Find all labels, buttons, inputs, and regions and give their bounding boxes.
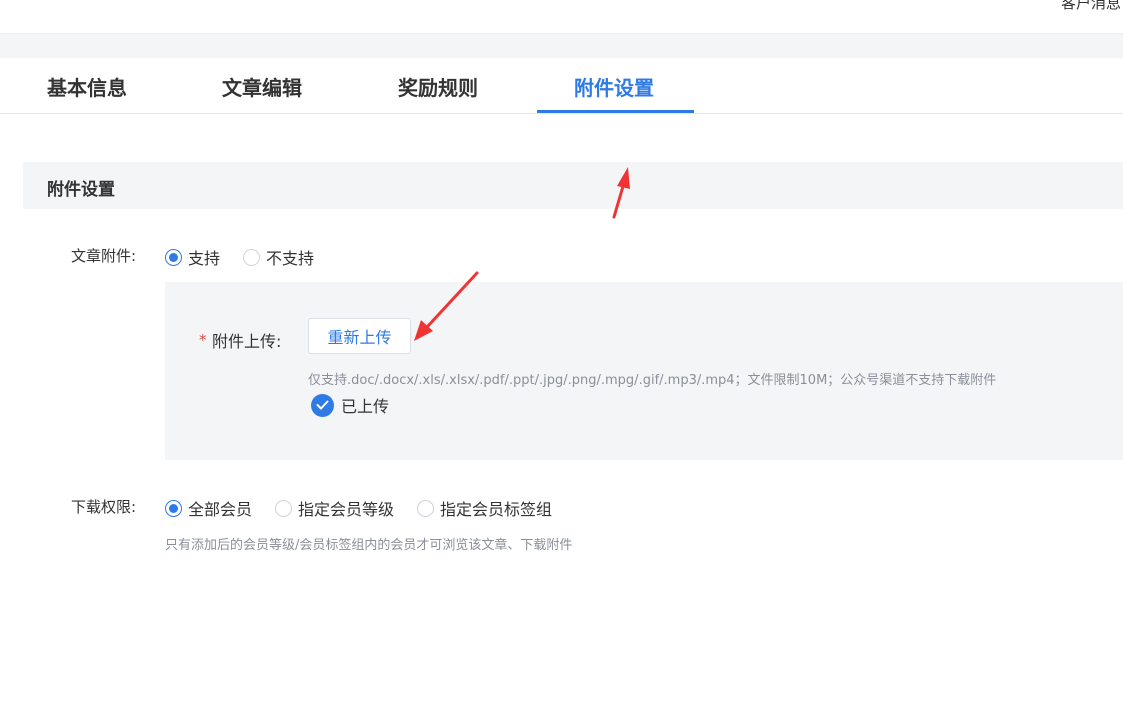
tab-basic-info[interactable]: 基本信息 xyxy=(47,72,127,101)
upload-status: 已上传 xyxy=(311,393,389,417)
tab-reward-rules[interactable]: 奖励规则 xyxy=(398,72,478,101)
radio-unchecked-icon[interactable] xyxy=(417,499,435,517)
upload-status-label: 已上传 xyxy=(341,397,390,416)
radio-checked-icon[interactable] xyxy=(165,248,182,266)
tab-article-edit[interactable]: 文章编辑 xyxy=(222,72,302,101)
radio-not-support-label: 不支持 xyxy=(266,249,315,268)
active-tab-indicator xyxy=(537,110,694,113)
radio-support[interactable]: 支持 xyxy=(165,245,220,269)
upload-label: 附件上传: xyxy=(212,332,282,351)
article-attachment-label: 文章附件: xyxy=(71,247,137,265)
top-header: 客户消息 xyxy=(0,0,1123,34)
required-mark: * xyxy=(199,331,207,349)
radio-member-level[interactable]: 指定会员等级 xyxy=(275,496,394,520)
tab-bar: 基本信息 文章编辑 奖励规则 附件设置 xyxy=(0,58,1123,114)
reupload-button[interactable]: 重新上传 xyxy=(308,318,411,354)
section-title: 附件设置 xyxy=(47,180,115,200)
upload-hint: 仅支持.doc/.docx/.xls/.xlsx/.pdf/.ppt/.jpg/… xyxy=(308,373,997,388)
article-attachment-radio-group: 支持 不支持 xyxy=(165,245,337,269)
radio-all-members[interactable]: 全部会员 xyxy=(165,496,252,520)
customer-message-link[interactable]: 客户消息 xyxy=(1061,0,1121,13)
header-gap xyxy=(0,34,1123,58)
section-header: 附件设置 xyxy=(23,162,1123,209)
radio-not-support[interactable]: 不支持 xyxy=(243,245,314,269)
download-permission-hint: 只有添加后的会员等级/会员标签组内的会员才可浏览该文章、下载附件 xyxy=(165,538,573,553)
radio-support-label: 支持 xyxy=(188,249,221,268)
radio-checked-icon[interactable] xyxy=(165,499,182,517)
tab-attachment-settings[interactable]: 附件设置 xyxy=(574,72,654,101)
radio-member-level-label: 指定会员等级 xyxy=(298,500,395,519)
check-circle-icon xyxy=(311,393,334,417)
radio-member-tag-group-label: 指定会员标签组 xyxy=(440,500,553,519)
download-permission-label: 下载权限: xyxy=(71,498,137,516)
radio-unchecked-icon[interactable] xyxy=(275,499,293,517)
download-permission-radio-group: 全部会员 指定会员等级 指定会员标签组 xyxy=(165,496,575,520)
radio-member-tag-group[interactable]: 指定会员标签组 xyxy=(417,496,552,520)
radio-all-members-label: 全部会员 xyxy=(188,500,253,519)
radio-unchecked-icon[interactable] xyxy=(243,248,261,266)
